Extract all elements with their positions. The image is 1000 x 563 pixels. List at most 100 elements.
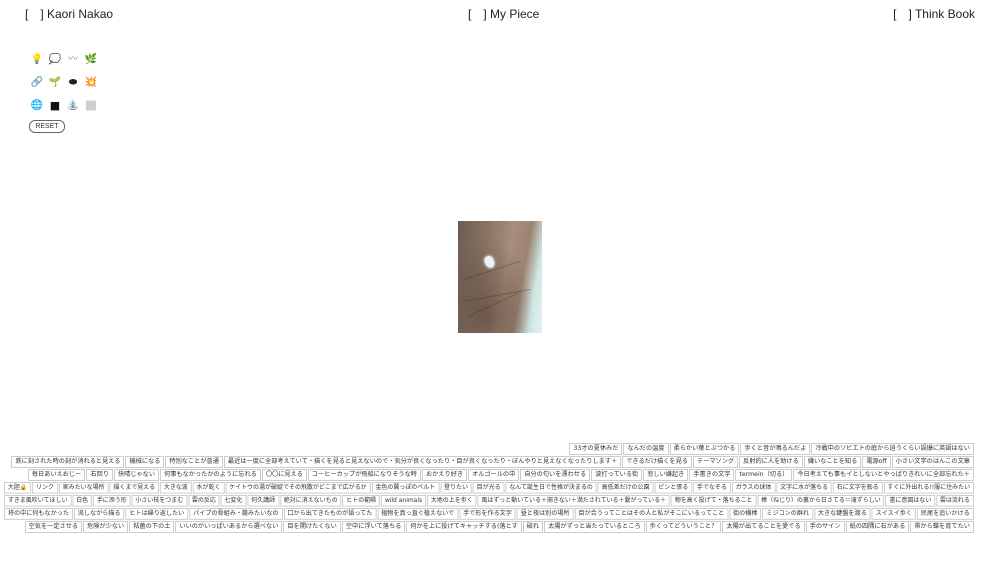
tag-chip[interactable]: 小さい枝をつまむ	[131, 495, 188, 507]
tag-chip[interactable]: リンク	[32, 482, 58, 494]
tag-chip[interactable]: 民尾を追いかける	[917, 508, 974, 520]
tag-chip[interactable]: 家みたいな場所	[58, 482, 109, 494]
black-square-icon[interactable]: ■	[48, 99, 62, 113]
tag-chip[interactable]: 高低差だけの公園	[597, 482, 654, 494]
tag-chip[interactable]: 手のサイン	[805, 521, 845, 533]
tag-chip[interactable]: 電源off	[862, 456, 891, 468]
tag-chip[interactable]: 歩くと音が鳴るんだよ	[740, 443, 811, 455]
tag-chip[interactable]: ミジコンの群れ	[762, 508, 814, 520]
tag-chip[interactable]: 大きな波	[160, 482, 192, 494]
tag-chip[interactable]: 帯から蝶を育てたい	[910, 521, 974, 533]
tag-chip[interactable]: 33才の夏休みだ	[569, 443, 623, 455]
tag-chip[interactable]: なんだの温度	[623, 443, 669, 455]
tag-chip[interactable]: ヒトは繰り返したい	[125, 508, 189, 520]
tag-chip[interactable]: 物を高く投げて・落ちること	[671, 495, 757, 507]
tag-chip[interactable]: 棒（ねじり）の裏から日さてる＝滝ずらしい	[757, 495, 885, 507]
tag-chip[interactable]: 植物を真っ直ぐ植えないで	[377, 508, 459, 520]
tag-chip[interactable]: 柔らかい葉とぶつかる	[669, 443, 740, 455]
tag-chip[interactable]: 機械になる	[125, 456, 165, 468]
leaf-icon[interactable]: 🌿	[84, 53, 98, 67]
black-disc-icon[interactable]: ⬬	[66, 76, 80, 90]
tag-chip[interactable]: なんて誕生日で性格が決まるの	[505, 482, 597, 494]
tag-chip[interactable]: 描くまで見える	[109, 482, 160, 494]
tag-chip[interactable]: 手でなぞる	[693, 482, 731, 494]
gray-square-icon[interactable]: ■	[84, 99, 98, 113]
tag-chip[interactable]: 太陽がずっと当たっているところ	[544, 521, 645, 533]
tag-chip[interactable]: 何かを上に投げてキャッチする(落とす	[406, 521, 522, 533]
tag-chip[interactable]: すぐに外出れる!!服に住みたい	[883, 482, 974, 494]
tag-chip[interactable]: 快晴じゃない	[113, 469, 160, 481]
tag-chip[interactable]: 毎日あいえおじー	[27, 469, 86, 481]
tag-chip[interactable]: 大地の上を歩く	[427, 495, 477, 507]
tag-chip[interactable]: 手で形を作る文字	[459, 508, 517, 520]
tag-chip[interactable]: 空中に浮いて落ちる	[341, 521, 406, 533]
tag-chip[interactable]: 悲しい嫌起き	[643, 469, 689, 481]
globe-icon[interactable]: 🌐	[30, 99, 44, 113]
tag-chip[interactable]: termein（切る）	[735, 469, 793, 481]
tag-chip[interactable]: 口から出てきたものが語ってた	[283, 508, 377, 520]
tag-chip[interactable]: 目を開けたくない	[283, 521, 341, 533]
tag-chip[interactable]: 石に文字を彫る	[832, 482, 883, 494]
tag-chip[interactable]: ピンと張る	[654, 482, 693, 494]
tag-chip[interactable]: 文字に水が落ちる	[776, 482, 832, 494]
tag-chip[interactable]: ヒトの範疇	[342, 495, 381, 507]
tag-chip[interactable]: 白色	[72, 495, 93, 507]
tag-chip[interactable]: オルゴールの中	[468, 469, 520, 481]
tag-chip[interactable]: wild animals	[381, 495, 427, 507]
light-bulb-icon[interactable]: 💡	[30, 53, 44, 67]
tag-chip[interactable]: 自分の匂いを漂わせる	[520, 469, 591, 481]
tag-chip[interactable]: 大胆🔒	[4, 482, 32, 494]
wave-icon[interactable]: 〰	[66, 53, 80, 67]
tag-chip[interactable]: コーヒーカップが飛船になりそうな時	[307, 469, 421, 481]
sparkle-burst-icon[interactable]: 💥	[84, 76, 98, 90]
tag-chip[interactable]: 金色の翼っぽのペルト	[371, 482, 440, 494]
tag-chip[interactable]: できるだけ描くを見る	[622, 456, 692, 468]
tag-chip[interactable]: 絶対に消えないもの	[280, 495, 342, 507]
reset-button[interactable]: RESET	[29, 120, 65, 133]
tag-chip[interactable]: スイスイ歩く	[872, 508, 917, 520]
tag-chip[interactable]: 手に添う形	[93, 495, 131, 507]
nav-link-my-piece[interactable]: [ ] My Piece	[468, 6, 539, 22]
tag-chip[interactable]: 何事もなかったかのように忘れる	[160, 469, 261, 481]
tag-chip[interactable]: 今日考えても事もイとしないとやっぱりきれいに全部忘れた＋	[793, 469, 974, 481]
thought-bubble-icon[interactable]: 💭	[48, 53, 62, 67]
tag-chip[interactable]: 雲は流れる	[936, 495, 974, 507]
tag-chip[interactable]: おかえり好き	[421, 469, 468, 481]
tag-chip[interactable]: 反射的に人を助ける	[739, 456, 803, 468]
tag-chip[interactable]: 水が乾く	[192, 482, 225, 494]
nav-link-kaori-nakao[interactable]: [ ] Kaori Nakao	[25, 6, 113, 22]
tag-chip[interactable]: 冷戦中のソビエトの庭から迫うくらい誤爆に英語はない	[811, 443, 974, 455]
link-icon[interactable]: 🔗	[30, 76, 44, 90]
tag-chip[interactable]: 目が光る	[472, 482, 505, 494]
tag-chip[interactable]: 太陽が出てることを愛でる	[722, 521, 805, 533]
tag-chip[interactable]: 大きな鍵盤を渡る	[814, 508, 872, 520]
tag-chip[interactable]: 七変化	[220, 495, 247, 507]
fountain-icon[interactable]: ⛲	[66, 99, 80, 113]
tag-chip[interactable]: 〇〇に見える	[261, 469, 307, 481]
tag-chip[interactable]: パイプの骨組み・籠みたいなの	[189, 508, 283, 520]
tag-chip[interactable]: 昼と夜は別の場所	[517, 508, 574, 520]
tag-chip[interactable]: 鉄に刻された時の刻が消れると見える	[11, 456, 125, 468]
tag-chip[interactable]: 空気を一定させる	[24, 521, 83, 533]
tag-chip[interactable]: 最近は一度に全部考えていて・描くを見ると見えないので・気分が良くなったり・目が良…	[223, 456, 622, 468]
tag-chip[interactable]: 右回り	[86, 469, 113, 481]
tag-chip[interactable]: 歩くってどういうこと？	[645, 521, 722, 533]
tag-chip[interactable]: 風はずっと動いている＋崩きない＋満たされている＋繋がっている＋	[477, 495, 671, 507]
tag-chip[interactable]: 危険が少ない	[83, 521, 129, 533]
tag-chip[interactable]: いいのがいっぱいあるから選べない	[175, 521, 283, 533]
tag-chip[interactable]: 手書きの文字	[689, 469, 735, 481]
tag-chip[interactable]: 街の横棒	[729, 508, 762, 520]
sprout-icon[interactable]: 🌱	[48, 76, 62, 90]
tag-chip[interactable]: 登りたい	[440, 482, 472, 494]
tag-chip[interactable]: テーマソング	[693, 456, 739, 468]
tag-chip[interactable]: 嫌いなことを知る	[803, 456, 862, 468]
tag-chip[interactable]: 小さい文字のはんこの文章	[891, 456, 974, 468]
tag-chip[interactable]: ガラスの球体	[731, 482, 776, 494]
nav-link-think-book[interactable]: [ ] Think Book	[893, 6, 975, 22]
tag-chip[interactable]: 雲の反応	[188, 495, 221, 507]
tag-chip[interactable]: すきま風吹いてほしい	[4, 495, 72, 507]
tag-chip[interactable]: 流しながら描る	[74, 508, 125, 520]
tag-chip[interactable]: 破れ	[522, 521, 544, 533]
tag-chip[interactable]: 特別なことが普通	[165, 456, 223, 468]
tag-chip[interactable]: 目が合うってことはその人と私がそこにいるってこと	[574, 508, 729, 520]
